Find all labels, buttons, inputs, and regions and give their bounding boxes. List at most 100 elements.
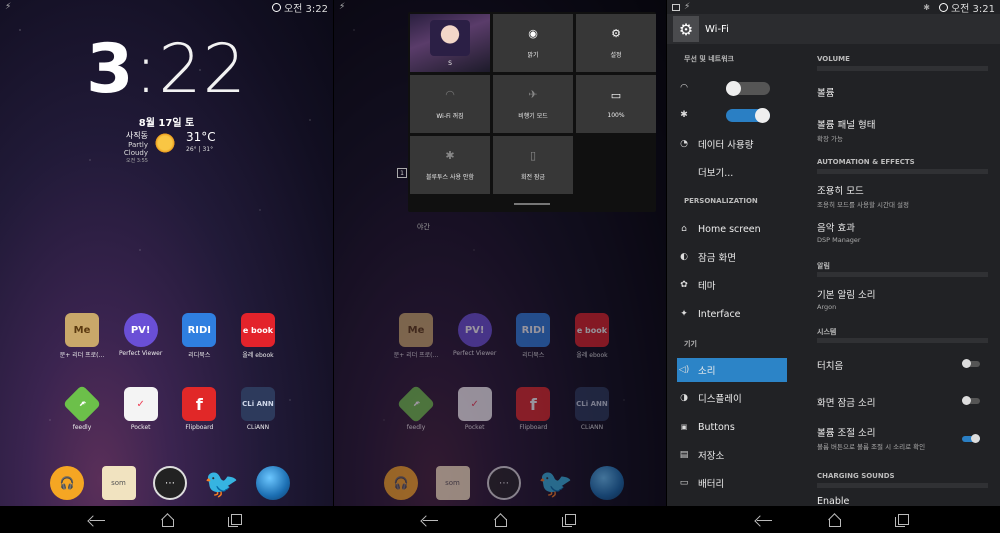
app-ridibooks: RIDI 리디북스 (506, 313, 560, 359)
item-quiet-mode[interactable]: 조용히 모드 조용히 모드를 사용할 시간대 설정 (817, 183, 988, 209)
home-button[interactable] (825, 512, 843, 528)
pocket-icon: ✓ (457, 387, 492, 421)
home-button[interactable] (158, 512, 176, 528)
item-volume-adjust-sound[interactable]: 볼륨 조절 소리 볼륨 버튼으로 볼륨 조절 시 소리로 확인 (817, 425, 988, 451)
weather-widget[interactable]: 사직동 Partly Cloudy 오전 3:55 31°C 26° | 31° (102, 130, 242, 164)
clock-widget[interactable]: 3:22 (0, 36, 333, 104)
clock-hour: 3 (86, 30, 135, 109)
action-bar-title: Wi-Fi (705, 23, 729, 35)
home-icon (494, 514, 507, 527)
tile-wifi[interactable]: ◠ Wi-Fi 꺼짐 (410, 75, 490, 133)
app-flipboard[interactable]: f Flipboard (172, 387, 226, 431)
sidebar-item-sound[interactable]: ◁) 소리 (677, 358, 787, 382)
panel-drag-handle[interactable] (514, 203, 550, 205)
app-drawer-icon: ⋯ (487, 466, 521, 500)
data-usage-icon: ◔ (680, 139, 688, 149)
tile-airplane-mode[interactable]: ✈ 비행기 모드 (493, 75, 573, 133)
storage-icon: ▤ (679, 450, 689, 460)
app-cliann[interactable]: CLi ANN CLiANN (231, 387, 285, 431)
profile-tile[interactable]: S (410, 14, 490, 72)
item-volume-panel[interactable]: 볼륨 패널 형태 확장 가능 (817, 117, 988, 143)
ridibooks-icon: RIDI (182, 313, 217, 347)
flipboard-icon: f (182, 387, 217, 421)
bluetooth-row[interactable]: ✱ (677, 103, 787, 127)
lock-screen-icon: ◐ (680, 252, 688, 262)
tile-battery[interactable]: ▭ 100% (576, 75, 656, 133)
recents-button[interactable] (228, 512, 246, 528)
buttons-icon: ▣ (680, 423, 688, 431)
back-button[interactable] (421, 512, 439, 528)
sidebar-item-theme[interactable]: ✿ 테마 (677, 273, 787, 297)
status-time: 오전 3:22 (283, 3, 328, 15)
home-icon (161, 514, 174, 527)
header-notifications: 알림 (817, 262, 830, 270)
action-bar: ⚙ Wi-Fi (667, 14, 1000, 44)
flipboard-icon: f (516, 387, 551, 421)
sidebar-item-interface[interactable]: ✦ Interface (677, 302, 787, 326)
night-label: 야간 (417, 223, 430, 231)
sidebar-item-more[interactable]: 더보기... (677, 160, 787, 184)
pocket-icon: ✓ (123, 387, 158, 421)
tile-rotation-lock[interactable]: ▯ 회전 잠금 (493, 136, 573, 194)
sidebar-item-storage[interactable]: ▤ 저장소 (677, 443, 787, 467)
play-music-icon[interactable]: 🎧 (50, 466, 84, 500)
alarm-icon (271, 2, 281, 12)
weather-temperature: 31°C (186, 130, 216, 144)
recents-button[interactable] (561, 512, 579, 528)
status-bar: ⚡ ✱ 오전 3:21 (667, 0, 1000, 15)
bluetooth-status-icon: ✱ (923, 2, 930, 12)
feedly-icon: f (396, 384, 436, 424)
back-button[interactable] (88, 512, 106, 528)
item-default-notification-sound[interactable]: 기본 알림 소리 Argon (817, 287, 988, 311)
app-ridibooks[interactable]: RIDI 리디북스 (172, 313, 226, 359)
sidebar-item-buttons[interactable]: ▣ Buttons (677, 415, 787, 439)
back-icon (89, 515, 105, 525)
app-drawer-icon[interactable]: ⋯ (153, 466, 187, 500)
olleh-ebook-icon: e book (240, 313, 275, 347)
item-music-effects[interactable]: 음악 효과 DSP Manager (817, 220, 988, 244)
touch-sounds-toggle[interactable] (962, 359, 980, 368)
charging-icon: ⚡ (684, 2, 691, 12)
tile-bluetooth[interactable]: ✱ 블루투스 사용 안함 (410, 136, 490, 194)
item-volume[interactable]: 볼륨 (817, 85, 988, 99)
screen-lock-sound-toggle[interactable] (962, 396, 980, 405)
app-flipboard: f Flipboard (506, 387, 560, 431)
recents-button[interactable] (895, 512, 913, 528)
item-touch-sounds[interactable]: 터치음 (817, 358, 988, 372)
partly-cloudy-icon (154, 132, 176, 154)
sidebar-item-display[interactable]: ◑ 디스플레이 (677, 386, 787, 410)
tile-brightness[interactable]: ◉ 밝기 (493, 14, 573, 72)
sidebar-item-lock-screen[interactable]: ◐ 잠금 화면 (677, 245, 787, 269)
browser-globe-icon[interactable] (256, 466, 290, 500)
app-cliann: CLi ANN CLiANN (565, 387, 619, 431)
twitter-icon[interactable]: 🐦 (204, 466, 239, 500)
tile-settings[interactable]: ⚙ 설정 (576, 14, 656, 72)
weather-updated: 오전 3:55 (125, 158, 148, 164)
app-row-1: Me 문+ 리더 프로(... PV! Perfect Viewer RIDI 리디북… (55, 313, 285, 359)
settings-gear-icon[interactable]: ⚙ (673, 16, 699, 42)
app-olleh-ebook: e book 올레 ebook (565, 313, 619, 359)
app-book-reader[interactable]: Me 문+ 리더 프로(... (55, 313, 109, 359)
app-row-2: f feedly ✓ Pocket f Flipboard CLi ANN CLiANN (55, 384, 285, 431)
airplane-icon: ✈ (528, 88, 538, 101)
sidebar-item-home-screen[interactable]: ⌂ Home screen (677, 217, 787, 241)
bluetooth-toggle[interactable] (726, 107, 770, 123)
theme-palette-icon: ✿ (680, 280, 688, 290)
sidebar-item-data-usage[interactable]: ◔ 데이터 사용량 (677, 132, 787, 156)
navigation-bar (667, 506, 1000, 533)
volume-adjust-sound-toggle[interactable] (962, 434, 980, 443)
som-note-icon[interactable]: som (101, 466, 136, 500)
battery-icon: ▭ (679, 478, 689, 488)
wifi-toggle[interactable] (726, 80, 770, 96)
home-button[interactable] (491, 512, 509, 528)
profile-name: S (448, 59, 452, 67)
app-perfect-viewer[interactable]: PV! Perfect Viewer (114, 313, 168, 359)
app-pocket[interactable]: ✓ Pocket (114, 387, 168, 431)
wifi-row[interactable]: ◠ (677, 76, 787, 100)
app-row-1-dimmed: Me 문+ 리더 프로(... PV! Perfect Viewer RIDI 리디북… (389, 313, 619, 359)
item-screen-lock-sound[interactable]: 화면 잠금 소리 (817, 395, 988, 409)
app-olleh-ebook[interactable]: e book 올레 ebook (231, 313, 285, 359)
back-button[interactable] (755, 512, 773, 528)
app-feedly[interactable]: f feedly (55, 384, 109, 431)
sidebar-item-battery[interactable]: ▭ 배터리 (677, 471, 787, 495)
